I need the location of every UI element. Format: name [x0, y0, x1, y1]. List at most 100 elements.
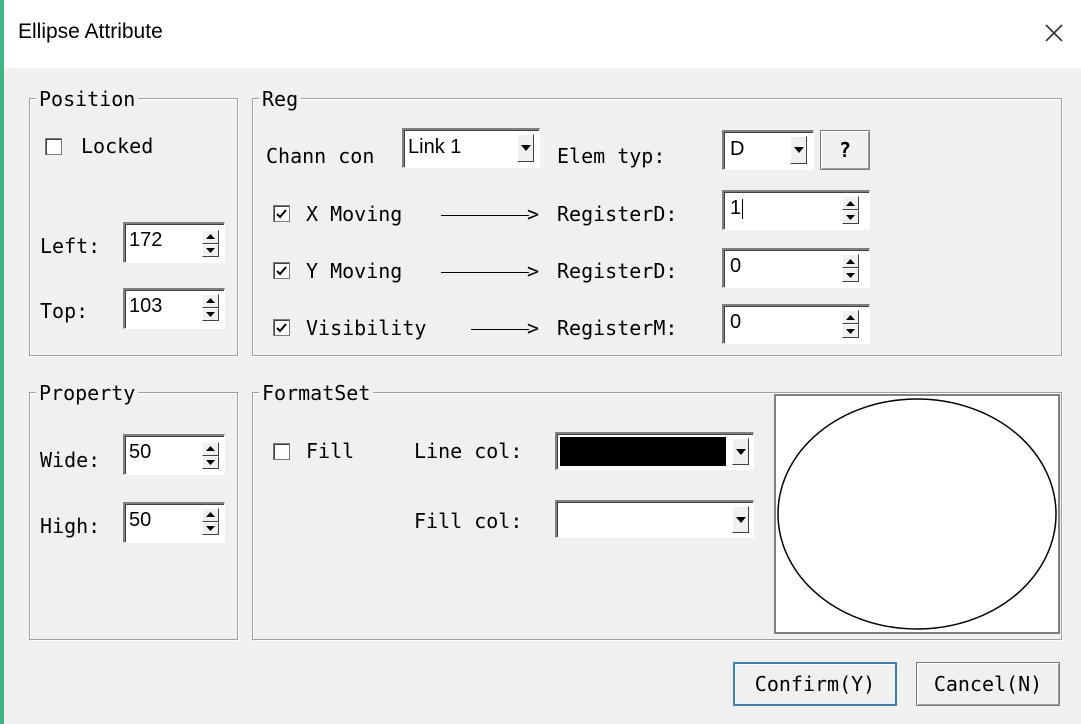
x-moving-spinner[interactable] — [842, 196, 859, 224]
visibility-register-label: RegisterM: — [557, 316, 678, 340]
fill-col-swatch — [560, 505, 726, 534]
wide-value: 50 — [129, 441, 152, 463]
visibility-spinner[interactable] — [842, 310, 859, 338]
fill-col-label: Fill col: — [414, 509, 523, 533]
spin-down-button[interactable] — [842, 324, 859, 338]
line-col-dropdown-button[interactable] — [732, 438, 749, 465]
spin-down-icon — [846, 214, 855, 220]
spin-up-icon — [846, 314, 855, 320]
visibility-label: Visibility — [306, 316, 427, 340]
help-button-label: ? — [838, 138, 852, 162]
elem-typ-value: D — [730, 138, 745, 160]
x-moving-arrow-head: > — [527, 202, 540, 226]
y-moving-label: Y Moving — [306, 259, 403, 283]
dialog-body: Position Locked Left: 172 Top: 103 Reg C… — [4, 68, 1081, 724]
top-value: 103 — [129, 295, 163, 317]
spin-down-icon — [206, 247, 215, 253]
chann-con-dropdown-button[interactable] — [517, 134, 534, 162]
spin-up-button[interactable] — [202, 294, 219, 308]
left-label: Left: — [40, 234, 101, 258]
spin-up-button[interactable] — [202, 230, 219, 244]
spin-up-icon — [846, 200, 855, 206]
y-moving-register-label: RegisterD: — [557, 259, 678, 283]
window-title: Ellipse Attribute — [18, 20, 163, 43]
property-group-label: Property — [36, 381, 139, 405]
wide-spinner[interactable] — [202, 442, 219, 469]
spin-down-icon — [846, 328, 855, 334]
y-moving-spinner[interactable] — [842, 254, 859, 282]
checkmark-icon — [276, 208, 287, 218]
chann-con-label: Chann con — [266, 144, 375, 168]
spin-up-icon — [206, 446, 215, 452]
x-moving-label: X Moving — [306, 202, 403, 226]
y-moving-register-value: 0 — [730, 255, 742, 277]
spin-down-button[interactable] — [842, 210, 859, 224]
line-col-swatch — [560, 437, 726, 466]
fill-label: Fill — [306, 439, 355, 463]
line-col-dropdown[interactable] — [555, 432, 754, 470]
spin-down-icon — [206, 459, 215, 465]
checkmark-icon — [276, 265, 287, 275]
spin-down-button[interactable] — [842, 268, 859, 282]
chevron-down-icon — [520, 145, 531, 151]
spin-down-icon — [206, 311, 215, 317]
x-moving-register-label: RegisterD: — [557, 202, 678, 226]
checkmark-icon — [276, 322, 287, 332]
cancel-button-label: Cancel(N) — [933, 672, 1043, 696]
spin-up-icon — [846, 258, 855, 264]
chevron-down-icon — [793, 147, 804, 153]
top-label: Top: — [40, 299, 89, 323]
visibility-arrow-head: > — [527, 316, 540, 340]
top-spinner[interactable] — [202, 294, 219, 321]
spin-down-button[interactable] — [202, 307, 219, 321]
close-button[interactable] — [1034, 14, 1074, 52]
fill-checkbox[interactable] — [273, 443, 290, 460]
spin-down-button[interactable] — [202, 521, 219, 535]
x-moving-arrow — [441, 215, 529, 216]
cancel-button[interactable]: Cancel(N) — [916, 662, 1060, 706]
high-value: 50 — [129, 509, 152, 531]
spin-up-icon — [206, 234, 215, 240]
fill-col-dropdown-button[interactable] — [732, 506, 749, 533]
high-spinner[interactable] — [202, 508, 219, 535]
spin-down-icon — [846, 272, 855, 278]
spin-up-icon — [206, 298, 215, 304]
spin-up-icon — [206, 512, 215, 518]
x-moving-checkbox[interactable] — [273, 205, 290, 222]
spin-up-button[interactable] — [842, 196, 859, 210]
line-col-label: Line col: — [414, 439, 523, 463]
visibility-arrow — [471, 329, 529, 330]
spin-down-button[interactable] — [202, 455, 219, 469]
x-moving-register-value: 1 — [730, 197, 744, 219]
elem-typ-dropdown-button[interactable] — [790, 136, 807, 164]
help-button[interactable]: ? — [820, 130, 870, 170]
chann-con-value: Link 1 — [408, 136, 462, 158]
title-bar: Ellipse Attribute — [4, 0, 1081, 68]
formatset-group-label: FormatSet — [259, 381, 374, 405]
position-group-label: Position — [36, 87, 139, 111]
confirm-button[interactable]: Confirm(Y) — [733, 662, 897, 706]
reg-group-label: Reg — [259, 87, 302, 111]
spin-up-button[interactable] — [842, 254, 859, 268]
close-icon — [1045, 24, 1063, 42]
ellipse-preview — [774, 394, 1060, 634]
y-moving-arrow — [441, 272, 529, 273]
high-label: High: — [40, 514, 101, 538]
spin-up-button[interactable] — [202, 508, 219, 522]
spin-up-button[interactable] — [202, 442, 219, 456]
confirm-button-label: Confirm(Y) — [754, 672, 876, 696]
fill-col-dropdown[interactable] — [555, 500, 754, 538]
left-value: 172 — [129, 229, 163, 251]
left-spinner[interactable] — [202, 230, 219, 257]
y-moving-arrow-head: > — [527, 259, 540, 283]
chevron-down-icon — [735, 448, 746, 455]
y-moving-checkbox[interactable] — [273, 262, 290, 279]
visibility-checkbox[interactable] — [273, 319, 290, 336]
wide-label: Wide: — [40, 448, 101, 472]
ellipse-shape — [777, 398, 1057, 630]
locked-checkbox[interactable] — [45, 138, 62, 155]
elem-typ-label: Elem typ: — [557, 144, 666, 168]
spin-down-button[interactable] — [202, 243, 219, 257]
spin-up-button[interactable] — [842, 310, 859, 324]
visibility-register-value: 0 — [730, 311, 742, 333]
